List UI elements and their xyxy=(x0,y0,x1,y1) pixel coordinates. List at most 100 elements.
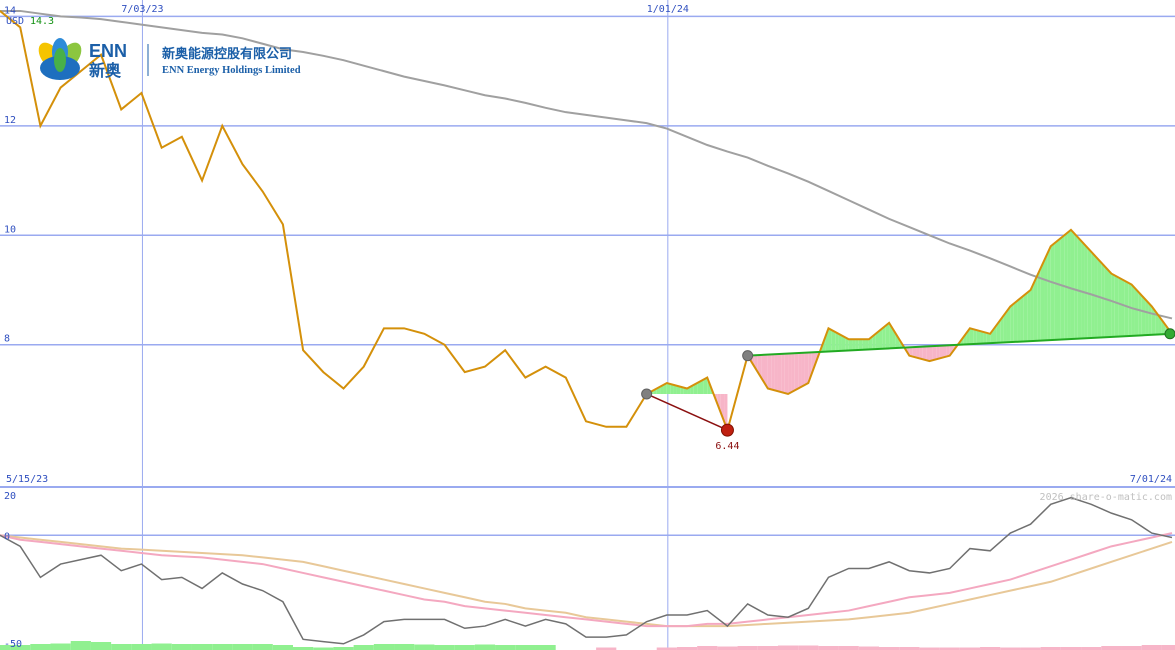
watermark: 2026 share-o-matic.com xyxy=(1040,492,1172,503)
gain-loss-fill xyxy=(771,354,775,391)
x-top-label: 7/03/23 xyxy=(121,4,163,15)
gain-loss-fill xyxy=(973,329,977,345)
volume-bar xyxy=(50,643,71,650)
gain-loss-fill xyxy=(1077,237,1082,339)
trend-start-marker xyxy=(742,350,754,362)
company-logo: ENN 新奥 新奥能源控股有限公司 ENN Energy Holdings Li… xyxy=(38,38,301,80)
gain-loss-fill xyxy=(791,353,795,393)
volume-bar xyxy=(1121,646,1142,650)
gain-loss-fill xyxy=(1124,280,1129,337)
x-top-label: 1/01/24 xyxy=(647,4,689,15)
volume-bar xyxy=(90,642,112,650)
gain-loss-fill xyxy=(1145,299,1149,336)
gain-loss-fill xyxy=(831,330,836,352)
gain-loss-fill xyxy=(1023,292,1028,342)
gain-loss-fill xyxy=(1141,295,1146,336)
volume-bar xyxy=(495,645,516,650)
gain-loss-fill xyxy=(1060,235,1065,340)
gain-loss-fill xyxy=(919,346,923,360)
volume-bar xyxy=(171,644,192,650)
oscillator-tick-label: -50 xyxy=(4,639,22,650)
volume-bar xyxy=(1101,646,1122,650)
gain-loss-fill xyxy=(781,353,785,394)
logo-brand-en: ENN xyxy=(89,41,127,61)
gain-loss-fill xyxy=(1033,275,1038,341)
gain-loss-fill xyxy=(1131,284,1135,336)
gain-loss-fills xyxy=(0,229,1175,650)
volume-bar xyxy=(858,646,879,650)
volume-bar xyxy=(474,644,496,650)
oscillator-tick-label: 20 xyxy=(4,491,16,502)
volume-bar xyxy=(70,641,91,650)
volume-bar xyxy=(697,646,718,650)
volume-bar xyxy=(454,645,475,650)
gain-loss-fill xyxy=(922,346,927,361)
volume-bar xyxy=(151,643,172,650)
gain-loss-fill xyxy=(774,354,778,392)
gain-loss-fill xyxy=(885,322,890,349)
volume-bar xyxy=(272,645,293,650)
x-bottom-label: 7/01/24 xyxy=(1130,474,1172,485)
volume-bar xyxy=(777,645,799,650)
gain-loss-fill xyxy=(865,339,869,350)
volume-bar xyxy=(535,645,556,650)
volume-bar xyxy=(212,644,233,650)
gain-loss-fill xyxy=(804,352,809,385)
volume-bar xyxy=(838,646,859,650)
gain-loss-fill xyxy=(835,331,839,352)
trend-start-marker xyxy=(641,388,653,400)
y-tick-label: 14 xyxy=(4,5,16,16)
gain-loss-fill xyxy=(939,345,943,359)
gain-loss-fill xyxy=(1057,238,1061,340)
gain-loss-fill xyxy=(794,353,799,391)
gain-loss-fill xyxy=(1010,303,1014,343)
y-tick-label: 12 xyxy=(4,115,16,126)
gain-loss-fill xyxy=(929,346,933,362)
gain-loss-fill xyxy=(852,339,856,351)
gain-loss-fill xyxy=(926,346,930,362)
gain-loss-fill xyxy=(855,339,859,351)
gain-loss-fill xyxy=(798,352,802,389)
volume-bar xyxy=(232,644,253,650)
gain-loss-fill xyxy=(1134,288,1139,336)
signal-line-1 xyxy=(0,532,1173,628)
gain-loss-fill xyxy=(1070,229,1075,339)
gain-loss-fill xyxy=(976,330,981,344)
low-value-label: 6.44 xyxy=(715,441,739,452)
volume-bar xyxy=(434,645,455,650)
gain-loss-fill xyxy=(1148,302,1152,336)
gain-loss-fill xyxy=(788,353,792,394)
gain-loss-fill xyxy=(1108,269,1112,338)
gain-loss-fill xyxy=(969,328,974,345)
low-point-marker xyxy=(720,423,734,437)
volume-bar xyxy=(717,646,738,650)
logo-company-en: ENN Energy Holdings Limited xyxy=(162,65,301,76)
gain-loss-fill xyxy=(784,353,789,394)
volume-bar xyxy=(1161,645,1175,650)
gain-loss-fill xyxy=(1081,240,1085,339)
x-bottom-label: 5/15/23 xyxy=(6,474,48,485)
y-tick-label: 8 xyxy=(4,334,10,345)
last-price: 14.3 xyxy=(30,16,54,27)
gain-loss-fill xyxy=(1067,229,1071,340)
oscillator-line xyxy=(0,496,1173,645)
oscillator-tick-label: 0 xyxy=(4,531,10,542)
gain-loss-fill xyxy=(1013,300,1018,342)
gain-loss-fill xyxy=(980,331,984,344)
volume-bar xyxy=(131,644,152,650)
logo-brand-zh: 新奥 xyxy=(89,61,122,80)
volume-bar xyxy=(1141,645,1162,650)
gain-loss-fill xyxy=(862,339,866,350)
volume-bar xyxy=(798,645,819,650)
gain-loss-fill xyxy=(1118,277,1122,337)
gain-loss-fill xyxy=(828,328,832,352)
gain-loss-fill xyxy=(1121,279,1125,337)
gain-loss-fill xyxy=(1027,290,1031,342)
volume-bar xyxy=(191,644,213,650)
gain-loss-fill xyxy=(1020,295,1024,342)
volume-bar xyxy=(111,644,132,650)
volume-bar xyxy=(414,644,435,650)
gain-loss-fill xyxy=(1040,260,1045,341)
gain-loss-fill xyxy=(858,339,863,350)
gain-loss-fill xyxy=(801,352,805,387)
